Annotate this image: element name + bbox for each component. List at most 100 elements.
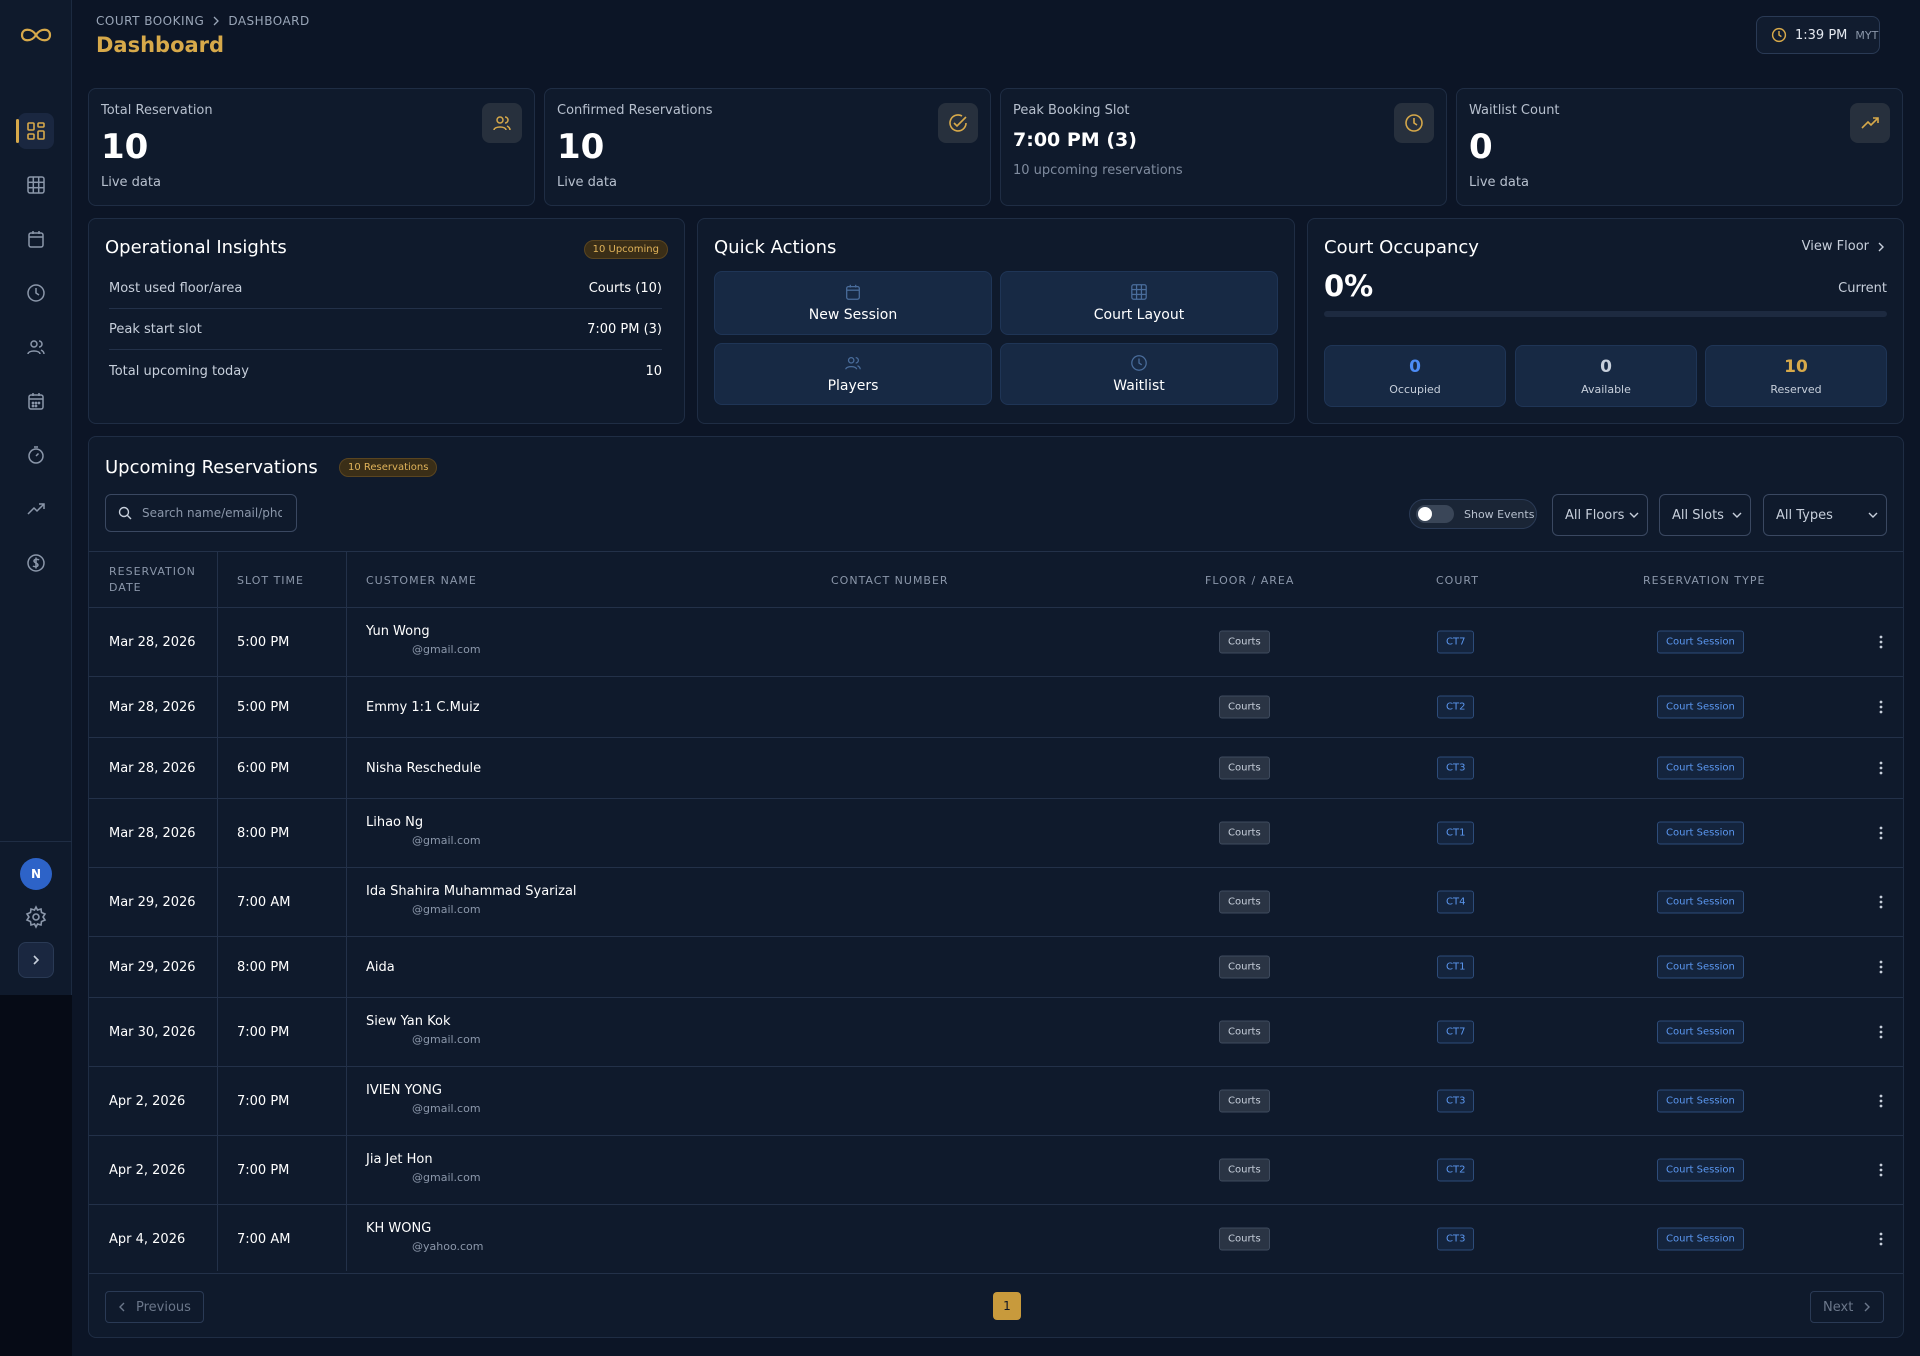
table-header: RESERVATION DATE SLOT TIME CUSTOMER NAME… [89,551,1903,608]
more-options-icon[interactable] [1876,1093,1886,1109]
nav-courts[interactable] [18,167,54,203]
nav-history[interactable] [18,275,54,311]
stat-value: 0 [1469,127,1493,167]
stat-label: Confirmed Reservations [557,103,713,118]
previous-page-button[interactable]: Previous [105,1291,204,1323]
view-floor-link[interactable]: View Floor [1802,239,1885,254]
column-header-court[interactable]: COURT [1436,552,1479,608]
clock-icon [1405,114,1423,132]
insight-value: 7:00 PM (3) [587,322,662,337]
toggle-switch[interactable] [1416,505,1454,523]
reservation-type-tag: Court Session [1657,1020,1744,1044]
chevron-left-icon [119,1302,125,1312]
table-row[interactable]: Mar 29, 2026 8:00 PM Aida Courts CT1 Court Se… [89,937,1903,998]
nav-dashboard[interactable] [16,113,54,149]
sidebar: N [0,0,72,1356]
stat-sub: 10 upcoming reservations [1013,163,1183,178]
customer-name: Jia Jet Hon [366,1152,433,1167]
insight-row: Total upcoming today 10 [109,351,662,391]
more-options-icon[interactable] [1876,1231,1886,1247]
reserved-box: 10 Reserved [1705,345,1887,407]
more-options-icon[interactable] [1876,894,1886,910]
table-row[interactable]: Apr 2, 2026 7:00 PM Jia Jet Hon @gmail.com C… [89,1136,1903,1205]
column-header-date[interactable]: RESERVATION DATE [109,552,209,608]
floors-filter-select[interactable]: All Floors [1552,494,1648,536]
table-row[interactable]: Apr 4, 2026 7:00 AM KH WONG @yahoo.com Court… [89,1205,1903,1274]
nav-players[interactable] [18,329,54,365]
new-session-button[interactable]: New Session [714,271,992,335]
reservations-title: Upcoming Reservations [105,457,318,478]
customer-cell: Emmy 1:1 C.Muiz [366,700,480,715]
chevron-right-icon [33,955,40,965]
search-input[interactable] [142,506,282,520]
chevron-down-icon [1732,512,1742,518]
table-row[interactable]: Mar 28, 2026 5:00 PM Emmy 1:1 C.Muiz Courts… [89,677,1903,738]
column-header-slot-time[interactable]: SLOT TIME [237,552,304,608]
insight-label: Total upcoming today [109,363,249,379]
table-row[interactable]: Mar 29, 2026 7:00 AM Ida Shahira Muhammad … [89,868,1903,937]
waitlist-button[interactable]: Waitlist [1000,343,1278,405]
users-icon [493,116,511,131]
table-row[interactable]: Mar 30, 2026 7:00 PM Siew Yan Kok @gmail.co… [89,998,1903,1067]
available-count: 0 [1600,356,1612,377]
court-tag: CT1 [1437,955,1475,979]
more-options-icon[interactable] [1876,760,1886,776]
nav-timer[interactable] [18,437,54,473]
next-page-button[interactable]: Next [1810,1291,1885,1323]
column-header-customer[interactable]: CUSTOMER NAME [366,552,477,608]
chevron-down-icon [1868,512,1878,518]
column-header-contact[interactable]: CONTACT NUMBER [831,552,949,608]
types-filter-select[interactable]: All Types [1763,494,1887,536]
more-options-icon[interactable] [1876,699,1886,715]
infinity-logo-icon [20,28,52,42]
more-options-icon[interactable] [1876,634,1886,650]
nav-calendar[interactable] [18,221,54,257]
table-row[interactable]: Mar 28, 2026 5:00 PM Yun Wong @gmail.com Cou… [89,608,1903,677]
search-box[interactable] [105,494,297,532]
grid-icon [1131,284,1147,300]
view-floor-label: View Floor [1801,239,1869,254]
upcoming-reservations-panel: Upcoming Reservations 10 Reservations Sh… [88,436,1904,1338]
nav-schedule[interactable] [18,383,54,419]
more-options-icon[interactable] [1876,959,1886,975]
players-label: Players [827,378,879,394]
slot-time: 7:00 AM [237,1231,291,1247]
players-button[interactable]: Players [714,343,992,405]
stat-label: Peak Booking Slot [1013,103,1130,118]
insight-value: 10 [645,363,662,379]
gear-icon[interactable] [24,905,48,929]
show-events-toggle[interactable]: Show Events [1409,499,1537,529]
customer-cell: Nisha Reschedule [366,761,481,776]
reservation-date: Apr 2, 2026 [109,1162,186,1178]
customer-email: @yahoo.com [412,1240,484,1253]
customer-cell: Siew Yan Kok @gmail.com [366,1014,481,1046]
floor-tag: Courts [1219,1158,1270,1182]
breadcrumb-court-booking[interactable]: COURT BOOKING [96,14,204,28]
table-row[interactable]: Mar 28, 2026 6:00 PM Nisha Reschedule Court… [89,738,1903,799]
slots-filter-value: All Slots [1672,507,1724,523]
floor-tag: Courts [1219,1020,1270,1044]
slots-filter-select[interactable]: All Slots [1659,494,1751,536]
column-header-floor[interactable]: FLOOR / AREA [1205,552,1294,608]
page-number-button[interactable]: 1 [993,1292,1021,1320]
customer-cell: Yun Wong @gmail.com [366,624,481,656]
customer-email: @gmail.com [412,1171,481,1184]
stat-card-waitlist: Waitlist Count 0 Live data [1456,88,1903,206]
court-layout-button[interactable]: Court Layout [1000,271,1278,335]
table-row[interactable]: Mar 28, 2026 8:00 PM Lihao Ng @gmail.com Cou… [89,799,1903,868]
avatar[interactable]: N [20,858,52,890]
nav-analytics[interactable] [18,491,54,527]
more-options-icon[interactable] [1876,1162,1886,1178]
more-options-icon[interactable] [1876,1024,1886,1040]
expand-sidebar-button[interactable] [18,942,54,978]
customer-cell: Ida Shahira Muhammad Syarizal @gmail.com [366,884,577,916]
clock-icon [1771,27,1787,43]
nav-billing[interactable] [18,545,54,581]
slot-time: 7:00 PM [237,1024,290,1040]
more-options-icon[interactable] [1876,825,1886,841]
check-circle-icon [949,114,967,132]
occupancy-progress-bar [1324,311,1887,317]
column-header-type[interactable]: RESERVATION TYPE [1643,552,1765,608]
slot-time: 8:00 PM [237,825,290,841]
table-row[interactable]: Apr 2, 2026 7:00 PM IVIEN YONG @gmail.com Co… [89,1067,1903,1136]
